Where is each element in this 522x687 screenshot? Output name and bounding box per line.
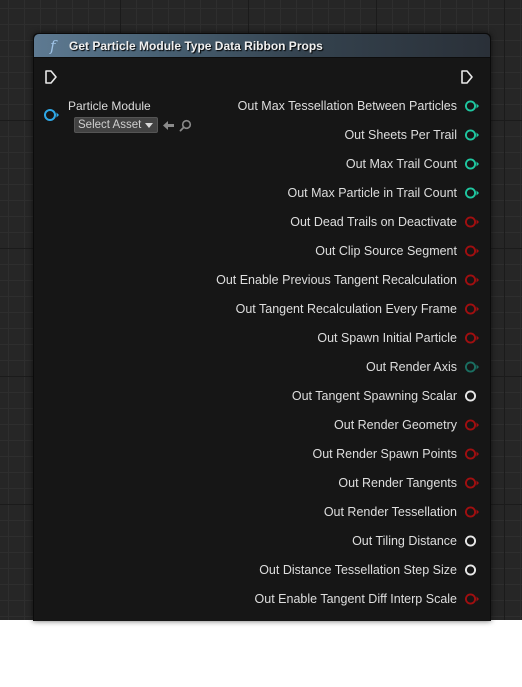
function-node[interactable]: f Get Particle Module Type Data Ribbon P… (33, 33, 491, 621)
output-pin-icon[interactable] (465, 157, 480, 171)
output-pin-label: Out Enable Previous Tangent Recalculatio… (216, 273, 457, 287)
output-pin-label: Out Sheets Per Trail (344, 128, 457, 142)
output-pin-row[interactable]: Out Max Particle in Trail Count (287, 185, 480, 201)
output-pin-label: Out Enable Tangent Diff Interp Scale (254, 592, 457, 606)
output-pin-label: Out Render Axis (365, 360, 457, 374)
output-pin-row[interactable]: Out Tangent Recalculation Every Frame (236, 301, 480, 317)
output-pin-row[interactable]: Out Clip Source Segment (315, 243, 480, 259)
output-pin-label: Out Render Geometry (334, 418, 457, 432)
chevron-down-icon (145, 122, 154, 128)
output-pin-label: Out Tangent Recalculation Every Frame (235, 302, 457, 316)
output-pin-icon[interactable] (465, 534, 480, 548)
output-pin-row[interactable]: Out Tiling Distance (352, 533, 480, 549)
output-pin-row[interactable]: Out Render Geometry (334, 417, 480, 433)
output-pin-icon[interactable] (465, 302, 480, 316)
asset-picker-row: Select Asset (74, 117, 192, 133)
output-pin-icon[interactable] (465, 273, 480, 287)
output-pin-icon[interactable] (465, 360, 480, 374)
output-pin-label: Out Max Trail Count (345, 157, 457, 171)
exec-out-pin-icon[interactable] (460, 69, 474, 85)
graph-canvas[interactable]: f Get Particle Module Type Data Ribbon P… (0, 0, 522, 621)
output-pin-icon[interactable] (465, 244, 480, 258)
output-pin-label: Out Distance Tessellation Step Size (259, 563, 457, 577)
output-pin-icon[interactable] (465, 128, 480, 142)
browse-search-icon[interactable] (179, 119, 192, 132)
particle-module-label: Particle Module (68, 99, 151, 113)
output-pin-icon[interactable] (465, 476, 480, 490)
select-asset-value: Select Asset (78, 119, 142, 131)
output-pin-icon[interactable] (465, 331, 480, 345)
output-pin-label: Out Spawn Initial Particle (317, 331, 457, 345)
use-selected-arrow-icon[interactable] (162, 119, 175, 132)
output-pin-icon[interactable] (465, 505, 480, 519)
output-pin-icon[interactable] (465, 418, 480, 432)
output-pin-label: Out Render Spawn Points (312, 447, 457, 461)
output-pin-label: Out Tiling Distance (352, 534, 457, 548)
output-pin-row[interactable]: Out Max Tessellation Between Particles (238, 98, 480, 114)
output-pin-label: Out Tangent Spawning Scalar (291, 389, 457, 403)
output-pin-label: Out Max Particle in Trail Count (287, 186, 457, 200)
output-pin-icon[interactable] (465, 389, 480, 403)
output-pin-icon[interactable] (465, 592, 480, 606)
output-pin-row[interactable]: Out Sheets Per Trail (344, 127, 480, 143)
output-pin-label: Out Max Tessellation Between Particles (237, 99, 457, 113)
output-pin-icon[interactable] (465, 447, 480, 461)
output-pin-icon[interactable] (465, 186, 480, 200)
node-header[interactable]: f Get Particle Module Type Data Ribbon P… (34, 34, 490, 58)
output-pin-row[interactable]: Out Spawn Initial Particle (317, 330, 480, 346)
particle-module-pin-icon[interactable] (44, 108, 59, 122)
svg-text:f: f (49, 38, 58, 54)
output-pin-row[interactable]: Out Distance Tessellation Step Size (259, 562, 480, 578)
output-pin-row[interactable]: Out Max Trail Count (346, 156, 480, 172)
output-pin-row[interactable]: Out Render Tangents (338, 475, 480, 491)
output-pin-label: Out Dead Trails on Deactivate (290, 215, 457, 229)
output-pin-row[interactable]: Out Enable Tangent Diff Interp Scale (255, 591, 480, 607)
exec-in-pin-icon[interactable] (44, 69, 58, 85)
output-pin-row[interactable]: Out Render Spawn Points (312, 446, 480, 462)
output-pin-label: Out Render Tangents (338, 476, 457, 490)
output-pin-label: Out Clip Source Segment (315, 244, 457, 258)
node-title: Get Particle Module Type Data Ribbon Pro… (69, 38, 323, 53)
function-icon: f (48, 38, 62, 54)
output-pin-row[interactable]: Out Tangent Spawning Scalar (292, 388, 480, 404)
output-pin-row[interactable]: Out Render Axis (366, 359, 480, 375)
output-pin-row[interactable]: Out Dead Trails on Deactivate (290, 214, 480, 230)
output-pin-icon[interactable] (465, 563, 480, 577)
output-pin-label: Out Render Tessellation (323, 505, 457, 519)
output-pin-row[interactable]: Out Render Tessellation (324, 504, 480, 520)
select-asset-dropdown[interactable]: Select Asset (74, 117, 159, 133)
output-pin-icon[interactable] (465, 99, 480, 113)
output-pin-icon[interactable] (465, 215, 480, 229)
output-pin-row[interactable]: Out Enable Previous Tangent Recalculatio… (216, 272, 480, 288)
